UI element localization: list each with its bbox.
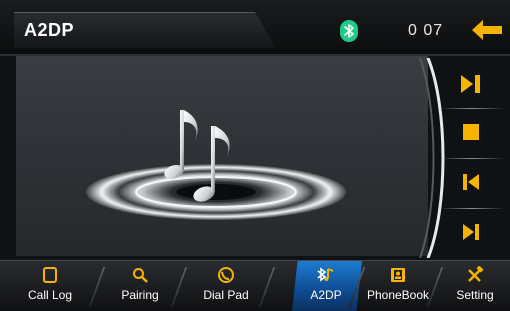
search-icon bbox=[132, 265, 148, 285]
dial-pad-icon bbox=[217, 265, 235, 285]
nav-label: Call Log bbox=[27, 288, 73, 302]
call-log-icon bbox=[43, 265, 57, 285]
a2dp-icon bbox=[316, 265, 336, 285]
music-note-disc-icon bbox=[86, 110, 346, 220]
divider bbox=[440, 158, 504, 159]
nav-call-log[interactable]: Call Log bbox=[10, 261, 90, 311]
nav-label: A2DP bbox=[310, 288, 342, 302]
play-pause-button[interactable] bbox=[440, 64, 502, 104]
stop-button[interactable] bbox=[440, 112, 502, 152]
nav-label: Dial Pad bbox=[203, 288, 249, 302]
nav-phonebook[interactable]: PhoneBook bbox=[360, 261, 436, 311]
header-bar: A2DP 0 07 bbox=[0, 0, 510, 56]
skip-previous-icon bbox=[463, 174, 479, 190]
nav-a2dp[interactable]: A2DP bbox=[288, 261, 364, 311]
nav-setting[interactable]: Setting bbox=[440, 261, 510, 311]
playback-controls bbox=[410, 58, 510, 258]
time-display: 0 07 bbox=[408, 22, 444, 39]
skip-next-icon bbox=[463, 224, 479, 240]
settings-tools-icon bbox=[466, 265, 484, 285]
nav-dial-pad[interactable]: Dial Pad bbox=[184, 261, 268, 311]
nav-label: Setting bbox=[456, 288, 494, 302]
previous-button[interactable] bbox=[440, 162, 502, 202]
bluetooth-icon bbox=[340, 20, 358, 42]
page-title: A2DP bbox=[24, 20, 75, 40]
player-display bbox=[16, 56, 428, 256]
next-button[interactable] bbox=[440, 212, 502, 252]
nav-label: PhoneBook bbox=[366, 288, 430, 302]
bottom-nav: Call Log Pairing Dial Pad A2DP PhoneBook… bbox=[0, 260, 510, 311]
divider bbox=[440, 208, 504, 209]
nav-pairing[interactable]: Pairing bbox=[100, 261, 180, 311]
stop-icon bbox=[463, 124, 479, 140]
back-arrow-icon[interactable] bbox=[472, 18, 502, 42]
nav-label: Pairing bbox=[121, 288, 159, 302]
phonebook-icon bbox=[390, 265, 406, 285]
divider bbox=[440, 108, 504, 109]
play-pause-icon bbox=[461, 75, 480, 93]
